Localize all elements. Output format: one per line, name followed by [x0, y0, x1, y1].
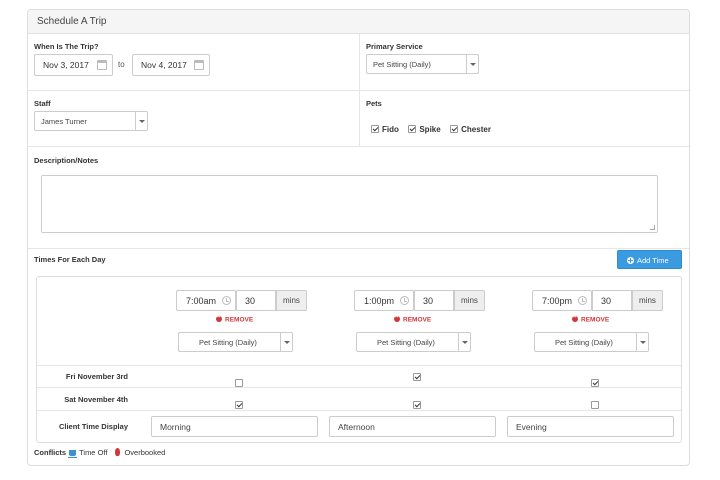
panel-title: Schedule A Trip: [28, 10, 689, 34]
overbooked-label: Overbooked: [124, 448, 166, 457]
when-label: When Is The Trip?: [34, 42, 99, 51]
pet-name: Chester: [461, 124, 491, 134]
time-input[interactable]: 7:00am: [176, 290, 236, 311]
client-display-input[interactable]: Morning: [151, 416, 318, 437]
pet-checkbox[interactable]: [371, 125, 379, 133]
calendar-icon[interactable]: [194, 60, 204, 70]
day-slot-checkbox[interactable]: [591, 401, 599, 409]
time-value: 1:00pm: [363, 296, 395, 306]
resize-grip-icon[interactable]: [650, 225, 655, 230]
mins-addon: mins: [454, 290, 485, 311]
description-label: Description/Notes: [34, 156, 99, 165]
remove-icon: [394, 314, 400, 322]
flame-icon: [115, 448, 121, 456]
clock-icon[interactable]: [222, 296, 231, 305]
chevron-down-icon: [135, 112, 147, 130]
mins-addon: mins: [632, 290, 663, 311]
primary-service-select[interactable]: Pet Sitting (Daily): [366, 54, 479, 74]
staff-label: Staff: [34, 99, 51, 108]
conflicts-label: Conflicts: [34, 448, 67, 457]
day-slot-checkbox[interactable]: [413, 401, 421, 409]
row-divider: [37, 410, 681, 411]
add-time-label: Add Time: [637, 256, 669, 265]
remove-label: REMOVE: [225, 316, 254, 324]
times-label: Times For Each Day: [34, 255, 106, 264]
clock-icon[interactable]: [400, 296, 409, 305]
time-input[interactable]: 1:00pm: [354, 290, 414, 311]
time-value: 7:00pm: [541, 296, 573, 306]
remove-time-button[interactable]: REMOVE: [572, 314, 610, 324]
primary-service-label: Primary Service: [366, 42, 423, 51]
day-label: Fri November 3rd: [65, 372, 128, 381]
slot-service-select[interactable]: Pet Sitting (Daily): [356, 332, 471, 352]
client-display-input[interactable]: Evening: [507, 416, 674, 437]
date-to-label: to: [118, 60, 125, 69]
pet-item[interactable]: Spike: [408, 124, 441, 134]
chevron-down-icon: [636, 333, 648, 351]
client-display-input[interactable]: Afternoon: [329, 416, 496, 437]
plus-circle-icon: [627, 257, 634, 264]
pets-checklist: Fido Spike Chester: [371, 120, 496, 138]
time-value: 7:00am: [185, 296, 217, 306]
pet-name: Fido: [382, 124, 399, 134]
slot-service-value: Pet Sitting (Daily): [199, 338, 257, 347]
start-date-value: Nov 3, 2017: [43, 60, 89, 70]
chevron-down-icon: [458, 333, 470, 351]
pet-checkbox[interactable]: [450, 125, 459, 133]
pet-name: Spike: [419, 124, 441, 134]
day-slot-checkbox[interactable]: [235, 379, 243, 387]
clock-icon[interactable]: [578, 296, 587, 305]
start-date-input[interactable]: Nov 3, 2017: [34, 54, 113, 76]
slot-service-value: Pet Sitting (Daily): [555, 338, 613, 347]
duration-input[interactable]: 30: [592, 290, 632, 311]
chevron-down-icon: [466, 55, 478, 73]
end-date-value: Nov 4, 2017: [141, 60, 187, 70]
staff-value: James Turner: [41, 117, 87, 126]
row-divider: [37, 387, 681, 388]
remove-time-button[interactable]: REMOVE: [394, 314, 432, 324]
slot-service-select[interactable]: Pet Sitting (Daily): [178, 332, 293, 352]
pet-item[interactable]: Fido: [371, 125, 399, 134]
remove-label: REMOVE: [581, 316, 610, 324]
coffee-cup-icon: [68, 450, 78, 458]
chevron-down-icon: [280, 333, 292, 351]
day-slot-checkbox[interactable]: [591, 379, 599, 387]
day-slot-checkbox[interactable]: [413, 373, 421, 381]
day-label: Sat November 4th: [64, 395, 128, 404]
row-divider: [28, 248, 689, 249]
pet-checkbox[interactable]: [408, 125, 417, 133]
end-date-input[interactable]: Nov 4, 2017: [132, 54, 210, 76]
client-time-display-label: Client Time Display: [58, 422, 128, 431]
primary-service-value: Pet Sitting (Daily): [373, 60, 431, 69]
time-input[interactable]: 7:00pm: [532, 290, 592, 311]
time-off-label: Time Off: [79, 448, 108, 457]
times-table: 7:00am 30 mins REMOVE Pet Sitting (Daily…: [36, 276, 682, 443]
remove-time-button[interactable]: REMOVE: [216, 314, 254, 324]
add-time-button[interactable]: Add Time: [617, 250, 682, 269]
slot-service-select[interactable]: Pet Sitting (Daily): [534, 332, 649, 352]
mins-addon: mins: [276, 290, 307, 311]
slot-service-value: Pet Sitting (Daily): [377, 338, 435, 347]
remove-icon: [216, 314, 222, 322]
remove-label: REMOVE: [403, 316, 432, 324]
day-slot-checkbox[interactable]: [235, 401, 243, 409]
conflicts-legend: Conflicts Time Off Overbooked: [34, 448, 166, 458]
row-divider: [28, 146, 689, 147]
duration-input[interactable]: 30: [236, 290, 276, 311]
schedule-trip-panel: Schedule A Trip When Is The Trip? Nov 3,…: [27, 9, 690, 466]
calendar-icon[interactable]: [97, 60, 107, 70]
row-divider: [28, 90, 689, 91]
duration-input[interactable]: 30: [414, 290, 454, 311]
description-textarea[interactable]: [41, 175, 658, 233]
staff-select[interactable]: James Turner: [34, 111, 148, 131]
remove-icon: [572, 314, 578, 322]
pet-item[interactable]: Chester: [450, 125, 491, 134]
pets-label: Pets: [366, 99, 382, 108]
row-divider: [37, 365, 681, 366]
